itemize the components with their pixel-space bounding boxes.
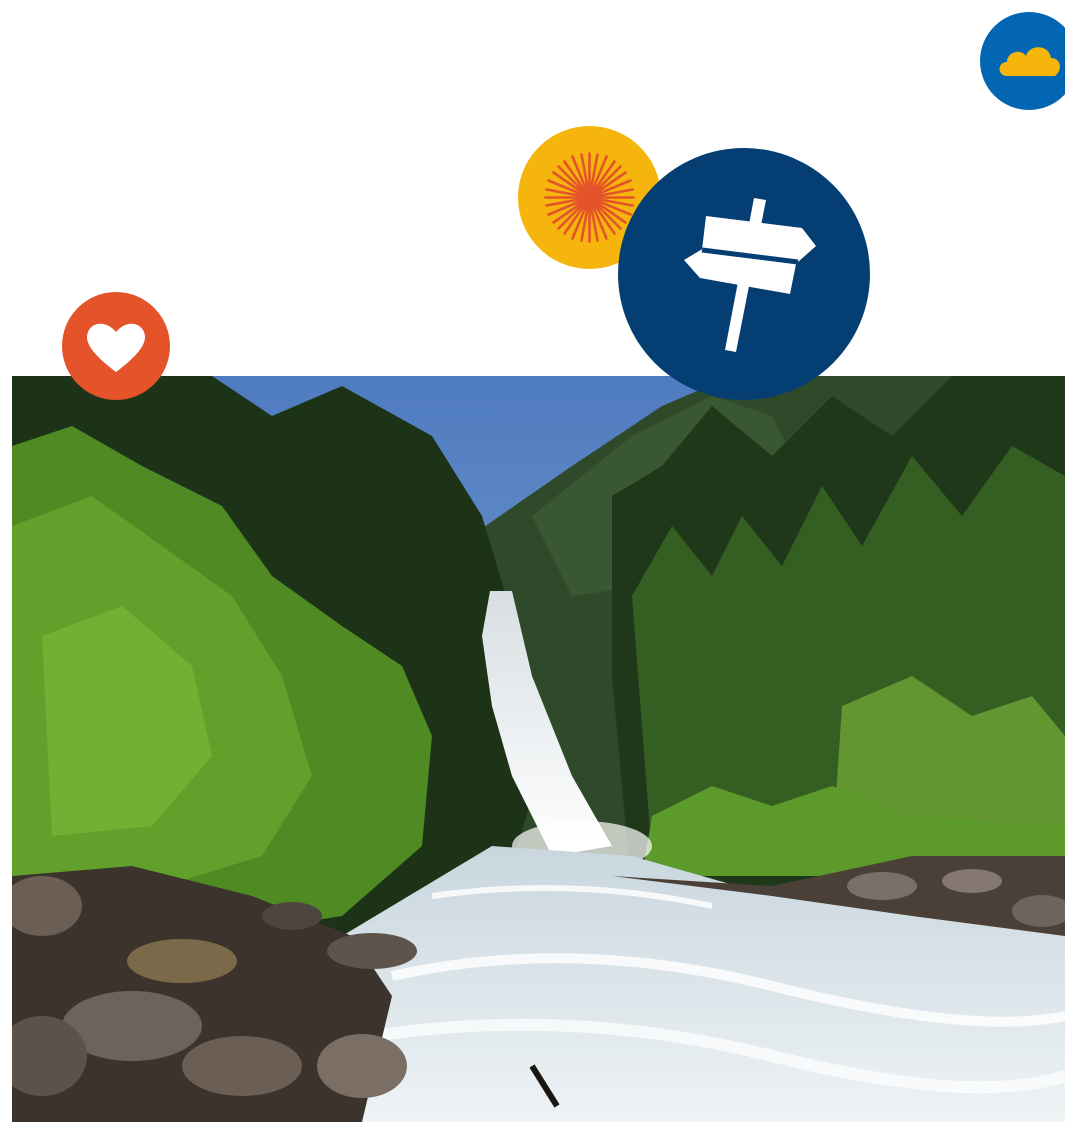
cloud-icon [980,12,1065,110]
photo-illustration [12,376,1065,1122]
signpost-icon [618,148,870,400]
heart-icon [62,292,170,400]
waterfall-forest-river-photo [12,376,1065,1122]
signpost-badge [618,148,870,400]
cloud-badge [979,12,1065,110]
heart-badge [62,292,170,400]
